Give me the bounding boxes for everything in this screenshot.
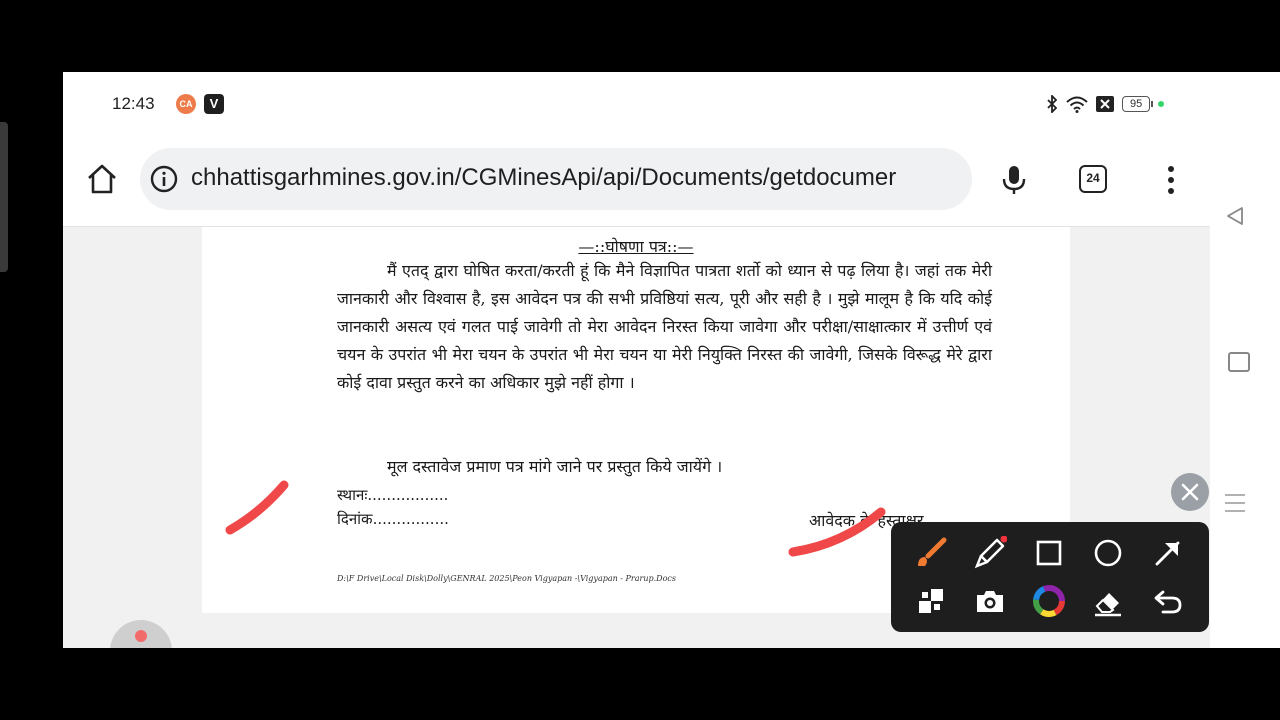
browser-toolbar: chhattisgarhmines.gov.in/CGMinesApi/api/… [63, 134, 1210, 227]
declaration-paragraph: मैं एतद् द्वारा घोषित करता/करती हूं कि म… [337, 257, 992, 397]
battery-indicator: 95 [1122, 96, 1154, 112]
documents-paragraph-text: मूल दस्तावेज प्रमाण पत्र मांगे जाने पर प… [387, 457, 723, 476]
menu-lines-icon[interactable] [1224, 493, 1246, 513]
eraser-icon[interactable] [1091, 584, 1125, 618]
wifi-icon [1066, 96, 1088, 113]
arrow-icon[interactable] [1151, 536, 1185, 570]
red-annotation-stroke-right [788, 507, 886, 557]
close-icon [1181, 483, 1199, 501]
declaration-heading-text: —::घोषणा पत्र::— [578, 237, 694, 256]
side-edge-handle[interactable] [0, 122, 8, 272]
address-bar[interactable]: chhattisgarhmines.gov.in/CGMinesApi/api/… [140, 148, 972, 210]
declaration-paragraph-text: मैं एतद् द्वारा घोषित करता/करती हूं कि म… [337, 261, 992, 392]
footer-file-path: D:\F Drive\Local Disk\Dolly\GENRAL 2025\… [337, 574, 676, 583]
rectangle-icon[interactable] [1032, 536, 1066, 570]
back-triangle-icon[interactable] [1224, 205, 1246, 227]
documents-paragraph: मूल दस्तावेज प्रमाण पत्र मांगे जाने पर प… [337, 453, 992, 481]
more-options-icon[interactable] [1163, 164, 1179, 196]
camera-icon[interactable] [973, 584, 1007, 618]
status-bar: 12:43 CA V 95 [63, 72, 1280, 134]
color-wheel-icon[interactable] [1032, 584, 1066, 618]
notification-v-icon: V [204, 94, 224, 114]
url-text[interactable]: chhattisgarhmines.gov.in/CGMinesApi/api/… [191, 164, 896, 192]
device-screen: 12:43 CA V 95 chhattisgarhmines.gov.in/C… [63, 72, 1280, 648]
brush-icon[interactable] [914, 536, 948, 570]
place-field: स्थानः................. [337, 486, 449, 504]
notification-app-icon: CA [176, 94, 196, 114]
url-fade [932, 148, 972, 210]
tab-switcher-button[interactable]: 24 [1079, 165, 1107, 193]
no-sim-icon [1096, 96, 1114, 112]
close-annotation-button[interactable] [1171, 473, 1209, 511]
annotation-toolbar [891, 522, 1209, 632]
site-info-icon[interactable] [150, 165, 178, 193]
navigation-bar [1210, 72, 1280, 648]
mosaic-icon[interactable] [914, 584, 948, 618]
home-icon[interactable] [85, 162, 119, 196]
declaration-heading: —::घोषणा पत्र::— [202, 235, 1070, 257]
status-green-dot [1158, 101, 1165, 107]
circle-icon[interactable] [1091, 536, 1125, 570]
status-time: 12:43 [112, 94, 155, 113]
date-field: दिनांक................ [337, 510, 449, 528]
recents-square-icon[interactable] [1228, 352, 1250, 372]
microphone-icon[interactable] [1000, 165, 1028, 195]
red-annotation-stroke-left [225, 480, 289, 535]
system-icons: 95 [1046, 93, 1165, 115]
bluetooth-icon [1047, 95, 1058, 113]
undo-icon[interactable] [1151, 584, 1185, 618]
highlighter-icon[interactable] [973, 536, 1007, 570]
